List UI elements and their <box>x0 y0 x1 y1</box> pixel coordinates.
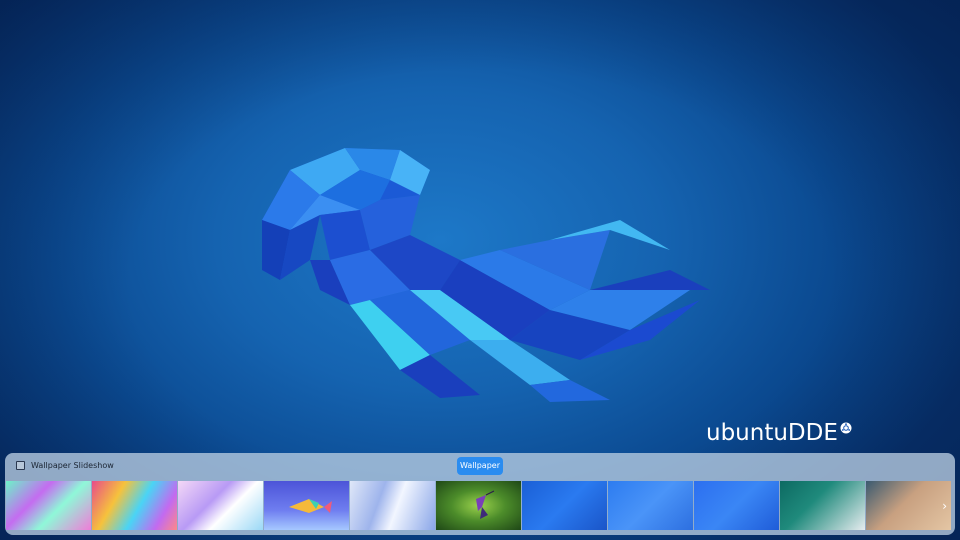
wallpaper-thumb-8[interactable] <box>608 481 693 530</box>
wallpaper-thumb-3[interactable] <box>178 481 263 530</box>
wallpaper-picker-panel: Wallpaper Slideshow Wallpaper › <box>5 453 955 535</box>
ubuntu-circle-icon <box>840 422 852 434</box>
desktop-background: ubuntuDDE Wallpaper Slideshow Wallpaper <box>0 0 960 540</box>
wallpaper-thumb-5[interactable] <box>350 481 435 530</box>
wallpaper-thumb-7[interactable] <box>522 481 607 530</box>
hummingbird-icon <box>476 490 495 519</box>
chevron-right-icon[interactable]: › <box>942 499 947 513</box>
wallpaper-thumb-1[interactable] <box>6 481 91 530</box>
wallpaper-thumb-11[interactable]: › <box>866 481 951 530</box>
slideshow-label: Wallpaper Slideshow <box>31 461 114 470</box>
wallpaper-thumb-6[interactable] <box>436 481 521 530</box>
wallpaper-thumb-4[interactable] <box>264 481 349 530</box>
wallpaper-slideshow-toggle[interactable]: Wallpaper Slideshow <box>16 461 114 470</box>
fish-icon <box>289 499 332 513</box>
wallpaper-thumbnail-strip: › <box>6 481 951 530</box>
ubuntudde-logo: ubuntuDDE <box>706 420 852 446</box>
brand-text: ubuntuDDE <box>706 420 838 446</box>
slideshow-checkbox[interactable] <box>16 461 25 470</box>
wallpaper-thumb-9[interactable] <box>694 481 779 530</box>
wallpaper-thumb-2[interactable] <box>92 481 177 530</box>
wallpaper-thumb-10[interactable] <box>780 481 865 530</box>
jellyfish-wallpaper-art <box>262 148 710 402</box>
wallpaper-tab-button[interactable]: Wallpaper <box>457 457 503 475</box>
